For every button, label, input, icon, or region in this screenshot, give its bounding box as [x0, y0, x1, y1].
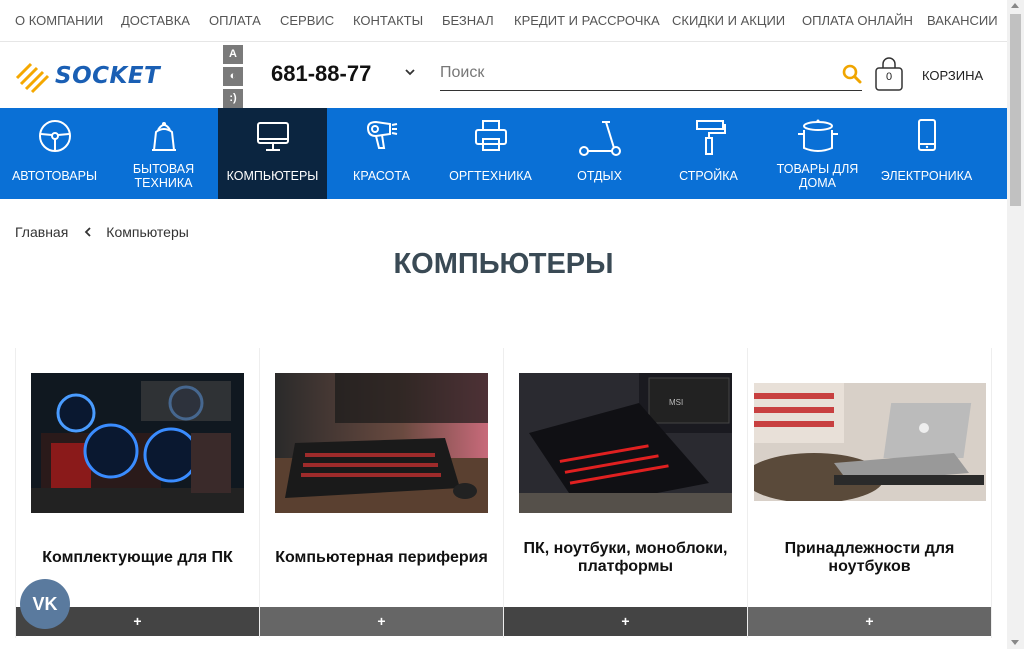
card-title: Компьютерная периферия	[275, 549, 488, 566]
chevron-down-icon[interactable]	[403, 65, 417, 79]
topnav-vacancies-link[interactable]: ВАКАНСИИ	[927, 13, 998, 28]
category-label: КОМПЬЮТЕРЫ	[226, 169, 319, 183]
topnav-service-link[interactable]: СЕРВИС	[280, 13, 334, 28]
page-scrollbar[interactable]	[1007, 0, 1024, 649]
printer-icon	[474, 120, 507, 151]
card-title: Принадлежности для ноутбуков	[784, 540, 955, 575]
category-label: ЭЛЕКТРОНИКА	[880, 169, 973, 183]
category-card[interactable]: Принадлежности для ноутбуков +	[748, 348, 992, 638]
category-leisure[interactable]: ОТДЫХ	[545, 108, 654, 199]
site-header: SOCKET A ◐ :) 681-88-77 0 КОРЗИНА	[0, 43, 1007, 108]
topnav-cashless-link[interactable]: БЕЗНАЛ	[442, 13, 494, 28]
scroll-down-icon[interactable]	[1011, 640, 1019, 645]
category-auto[interactable]: АВТОТОВАРЫ	[0, 108, 109, 199]
category-grid: Комплектующие для ПК + Компьютерная пери…	[15, 348, 992, 638]
logo-mark-icon	[15, 62, 50, 94]
topnav-delivery-link[interactable]: ДОСТАВКА	[121, 13, 190, 28]
expand-button[interactable]: +	[504, 607, 747, 636]
font-size-toggle[interactable]: A	[223, 45, 243, 64]
monitor-icon	[256, 122, 289, 151]
category-card[interactable]: MSI ПК, ноутбуки, моноблоки, платформы +	[504, 348, 748, 638]
kettle-icon	[151, 122, 176, 151]
cart-button[interactable]: 0 КОРЗИНА	[874, 55, 984, 95]
logo-text: SOCKET	[55, 63, 161, 89]
top-nav: О КОМПАНИИ ДОСТАВКА ОПЛАТА СЕРВИС КОНТАК…	[0, 0, 1007, 42]
category-label: ОРГТЕХНИКА	[449, 169, 532, 183]
pc-components-image	[31, 373, 244, 513]
laptops-image: MSI	[519, 373, 732, 513]
card-title: Комплектующие для ПК	[42, 549, 233, 566]
laptop-accessories-image	[754, 383, 986, 501]
category-computers[interactable]: КОМПЬЮТЕРЫ	[218, 108, 327, 199]
category-appliances[interactable]: БЫТОВАЯ ТЕХНИКА	[109, 108, 218, 199]
topnav-payment-link[interactable]: ОПЛАТА	[209, 13, 261, 28]
search-icon[interactable]	[842, 64, 862, 84]
paint-roller-icon	[695, 120, 726, 155]
category-label: ТОВАРЫ ДЛЯ ДОМА	[776, 162, 859, 190]
logo[interactable]: SOCKET	[15, 57, 183, 95]
shopping-bag-icon: 0	[874, 56, 904, 94]
breadcrumb-current: Компьютеры	[106, 224, 189, 240]
category-office[interactable]: ОРГТЕХНИКА	[436, 108, 545, 199]
category-construction[interactable]: СТРОЙКА	[654, 108, 763, 199]
breadcrumb: Главная Компьютеры	[15, 224, 189, 240]
scroll-up-icon[interactable]	[1011, 3, 1019, 8]
scroll-thumb[interactable]	[1010, 14, 1021, 206]
accessibility-controls: A ◐ :)	[223, 45, 243, 108]
page-title: КОМПЬЮТЕРЫ	[393, 248, 614, 280]
search-bar	[440, 57, 862, 91]
topnav-credit-link[interactable]: КРЕДИТ И РАССРОЧКА	[514, 13, 660, 28]
category-label: ОТДЫХ	[577, 169, 622, 183]
category-home[interactable]: ТОВАРЫ ДЛЯ ДОМА	[763, 108, 872, 199]
topnav-online-payment-link[interactable]: ОПЛАТА ОНЛАЙН	[802, 13, 913, 28]
smartphone-icon	[917, 119, 936, 151]
scooter-icon	[578, 121, 621, 156]
images-toggle[interactable]: :)	[223, 89, 243, 108]
topnav-contacts-link[interactable]: КОНТАКТЫ	[353, 13, 423, 28]
cart-count: 0	[885, 71, 893, 83]
contrast-toggle[interactable]: ◐	[223, 67, 243, 86]
svg-text:MSI: MSI	[669, 398, 683, 407]
chevron-left-icon	[85, 227, 91, 237]
vk-icon[interactable]: VK	[20, 579, 70, 629]
cart-label: КОРЗИНА	[922, 67, 984, 83]
topnav-about-link[interactable]: О КОМПАНИИ	[15, 13, 103, 28]
peripherals-image	[275, 373, 488, 513]
phone-number[interactable]: 681-88-77	[271, 61, 371, 87]
category-electronics[interactable]: ЭЛЕКТРОНИКА	[872, 108, 981, 199]
breadcrumb-home-link[interactable]: Главная	[15, 224, 68, 240]
category-label: КРАСОТА	[353, 169, 410, 183]
category-beauty[interactable]: КРАСОТА	[327, 108, 436, 199]
pot-icon	[797, 119, 838, 152]
category-label: АВТОТОВАРЫ	[11, 169, 98, 183]
steering-wheel-icon	[38, 120, 71, 152]
category-label: БЫТОВАЯ ТЕХНИКА	[132, 162, 195, 190]
card-title: ПК, ноутбуки, моноблоки, платформы	[523, 540, 728, 575]
search-input[interactable]	[440, 57, 820, 89]
category-label: СТРОЙКА	[679, 169, 738, 183]
category-bar: АВТОТОВАРЫ БЫТОВАЯ ТЕХНИКА КОМПЬЮТЕРЫ КР…	[0, 108, 1007, 199]
topnav-discounts-link[interactable]: СКИДКИ И АКЦИИ	[672, 13, 785, 28]
expand-button[interactable]: +	[260, 607, 503, 636]
category-card[interactable]: Компьютерная периферия +	[260, 348, 504, 638]
expand-button[interactable]: +	[748, 607, 991, 636]
hair-dryer-icon	[366, 120, 397, 149]
